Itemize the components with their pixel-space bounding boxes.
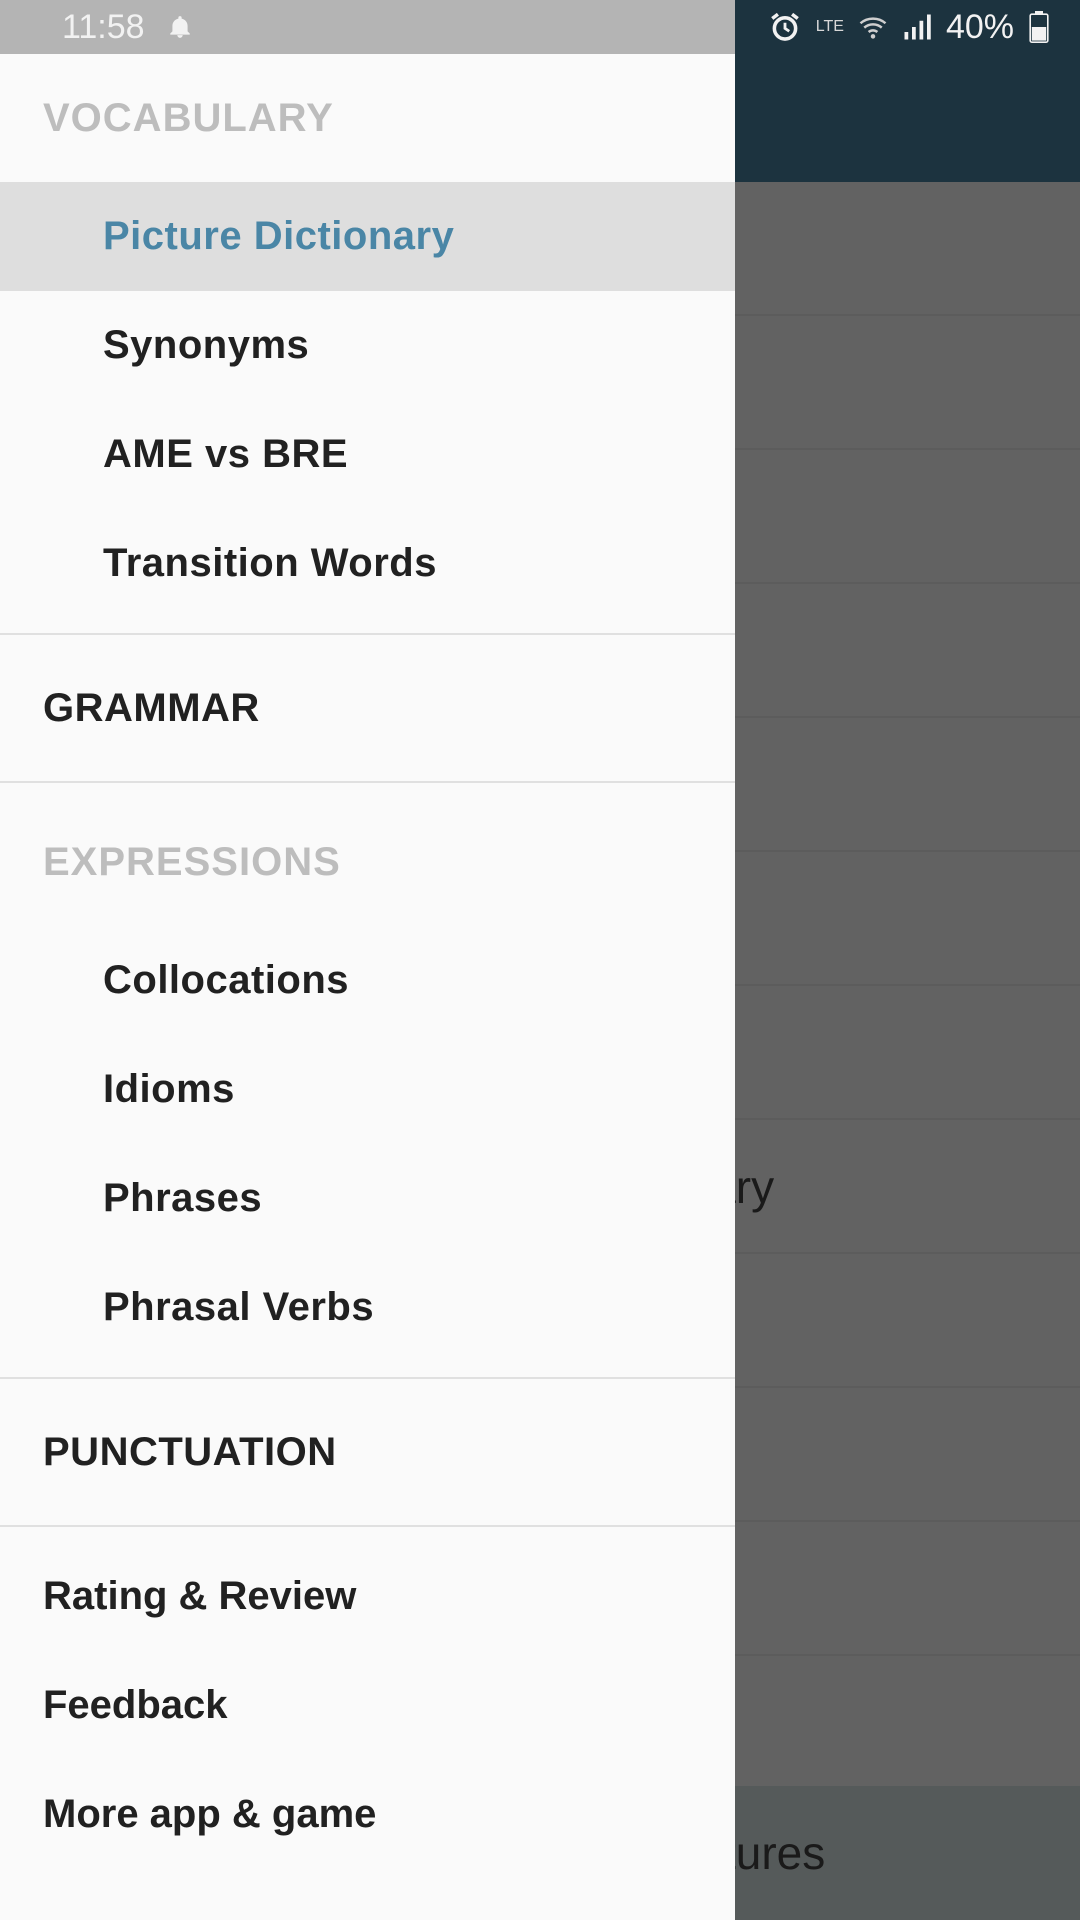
drawer-item-ame-vs-bre[interactable]: AME vs BRE bbox=[0, 400, 735, 509]
drawer-item-more-app-game[interactable]: More app & game bbox=[0, 1760, 735, 1869]
bell-icon bbox=[169, 16, 190, 38]
drawer-item-grammar[interactable]: GRAMMAR bbox=[0, 650, 735, 766]
battery-icon bbox=[1029, 11, 1049, 43]
drawer-item-feedback[interactable]: Feedback bbox=[0, 1651, 735, 1760]
status-bar-left: 11:58 bbox=[0, 0, 735, 54]
divider bbox=[0, 633, 735, 635]
drawer-item-idioms[interactable]: Idioms bbox=[0, 1035, 735, 1144]
divider bbox=[0, 781, 735, 783]
status-time: 11:58 bbox=[62, 7, 145, 46]
section-header-expressions: EXPRESSIONS bbox=[43, 839, 341, 884]
navigation-drawer: VOCABULARY Picture Dictionary Synonyms A… bbox=[0, 54, 735, 1920]
status-bar: 11:58 LTE 40% bbox=[0, 0, 1080, 54]
status-bar-right: LTE 40% bbox=[735, 0, 1080, 54]
drawer-item-rating-review[interactable]: Rating & Review bbox=[0, 1542, 735, 1651]
signal-icon bbox=[904, 14, 931, 40]
drawer-item-punctuation[interactable]: PUNCTUATION bbox=[0, 1394, 735, 1510]
divider bbox=[0, 1377, 735, 1379]
wifi-icon bbox=[859, 17, 887, 39]
screen: y lary ctures 11:58 LTE bbox=[0, 0, 1080, 1920]
drawer-item-synonyms[interactable]: Synonyms bbox=[0, 291, 735, 400]
drawer-item-picture-dictionary[interactable]: Picture Dictionary bbox=[0, 182, 735, 291]
drawer-item-phrasal-verbs[interactable]: Phrasal Verbs bbox=[0, 1253, 735, 1362]
drawer-item-phrases[interactable]: Phrases bbox=[0, 1144, 735, 1253]
drawer-item-transition-words[interactable]: Transition Words bbox=[0, 509, 735, 618]
network-type: LTE bbox=[815, 18, 844, 35]
battery-percent: 40% bbox=[945, 7, 1014, 46]
divider bbox=[0, 1525, 735, 1527]
section-header-vocabulary: VOCABULARY bbox=[43, 95, 334, 140]
alarm-icon bbox=[770, 12, 799, 41]
drawer-item-collocations[interactable]: Collocations bbox=[0, 926, 735, 1035]
